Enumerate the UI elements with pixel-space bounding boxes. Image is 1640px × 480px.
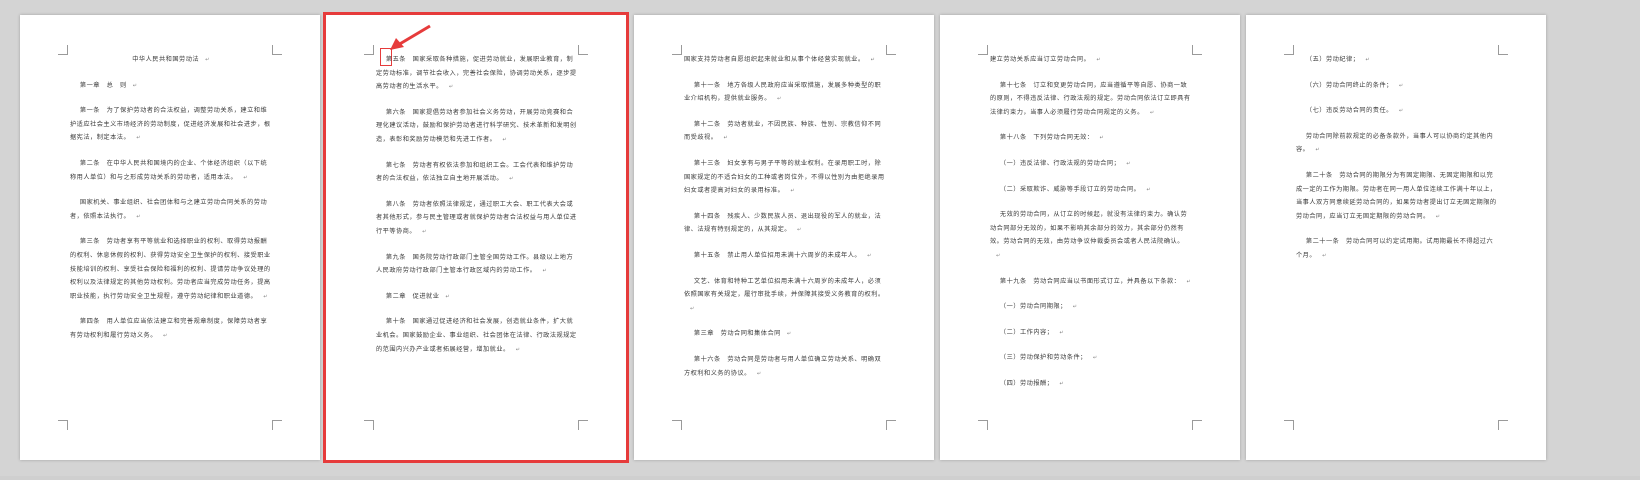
- list-item: （一）违反法律、行政法规的劳动合同； ↵: [999, 159, 1131, 167]
- margin-corner-top-left: [672, 45, 682, 55]
- paragraph: 第八条 劳动者依照法律规定，通过职工大会、职工代表大会或者其他形式，参与民主管理…: [376, 200, 577, 235]
- paragraph: 第九条 国务院劳动行政部门主管全国劳动工作。县级以上地方人民政府劳动行政部门主管…: [376, 253, 574, 275]
- paragraph: 第五条 国家采取各种措施，促进劳动就业，发展职业教育，制定劳动标准，调节社会收入…: [376, 56, 577, 91]
- margin-corner-bottom-right: [272, 420, 282, 430]
- list-item: （二）工作内容； ↵: [999, 328, 1065, 336]
- page-text[interactable]: 国家支持劳动者自愿组织起来就业和从事个体经营实现就业。 ↵ 第十一条 地方各级人民…: [684, 53, 886, 392]
- document-title: 中华人民共和国劳动法 ↵: [132, 56, 210, 63]
- page-text[interactable]: 中华人民共和国劳动法 ↵ 第一章 总 则 ↵ 第一条 为了保护劳动者的合法权益，调整…: [70, 53, 272, 355]
- paragraph: 第一条 为了保护劳动者的合法权益，调整劳动关系，建立和维护适应社会主义市场经济的…: [70, 107, 271, 142]
- paragraph: 第十五条 禁止用人单位招用未满十六周岁的未成年人。 ↵: [693, 251, 872, 259]
- paragraph: 第二十一条 劳动合同可以约定试用期。试用期最长不得超过六个月。 ↵: [1296, 238, 1494, 259]
- paragraph: 第十九条 劳动合同应当以书面形式订立，并具备以下条款： ↵: [999, 277, 1192, 285]
- margin-corner-top-left: [364, 45, 374, 55]
- list-item: （四）劳动报酬； ↵: [999, 379, 1065, 387]
- paragraph: 第二条 在中华人民共和国境内的企业、个体经济组织（以下统称用人单位）和与之形成劳…: [70, 159, 268, 181]
- margin-corner-top-right: [1192, 45, 1202, 55]
- list-item: （六）劳动合同终止的条件； ↵: [1305, 81, 1404, 89]
- document-page-3[interactable]: 国家支持劳动者自愿组织起来就业和从事个体经营实现就业。 ↵ 第十一条 地方各级人民…: [634, 15, 934, 460]
- paragraph: 第十六条 劳动合同是劳动者与用人单位确立劳动关系、明确双方权利和义务的协议。 ↵: [684, 355, 882, 377]
- page-text[interactable]: 建立劳动关系应当订立劳动合同。 ↵ 第十七条 订立和变更劳动合同，应当遵循平等自愿…: [990, 53, 1192, 403]
- paragraph: 第十四条 残疾人、少数民族人员、退出现役的军人的就业，法律、法规有特别规定的，从…: [684, 212, 882, 234]
- margin-corner-bottom-left: [364, 420, 374, 430]
- paragraph: 第三条 劳动者享有平等就业和选择职业的权利、取得劳动报酬的权利、休息休假的权利、…: [70, 238, 271, 300]
- workspace-bottom-edge: [0, 476, 1640, 480]
- list-item: （三）劳动保护和劳动条件； ↵: [999, 354, 1098, 362]
- paragraph: 第十七条 订立和变更劳动合同，应当遵循平等自愿、协商一致的原则，不得违反法律、行…: [990, 81, 1191, 116]
- chapter-heading: 第一章 总 则 ↵: [79, 81, 138, 89]
- margin-corner-top-right: [1498, 45, 1508, 55]
- paragraph: 文艺、体育和特种工艺单位招用未满十六周岁的未成年人，必须依照国家有关规定，履行审…: [684, 277, 885, 312]
- paragraph: 第十八条 下列劳动合同无效： ↵: [999, 134, 1105, 142]
- margin-corner-top-left: [58, 45, 68, 55]
- margin-corner-bottom-left: [672, 420, 682, 430]
- paragraph: 第六条 国家提倡劳动者参加社会义务劳动，开展劳动竞赛和合理化建议活动，鼓励和保护…: [376, 108, 577, 143]
- paragraph: 国家机关、事业组织、社会团体和与之建立劳动合同关系的劳动者，依照本法执行。 ↵: [70, 199, 268, 220]
- margin-corner-top-right: [886, 45, 896, 55]
- document-page-5[interactable]: （五）劳动纪律； ↵ （六）劳动合同终止的条件； ↵ （七）违反劳动合同的责任。 ↵ …: [1246, 15, 1546, 460]
- paragraph: 第七条 劳动者有权依法参加和组织工会。工会代表和维护劳动者的合法权益，依法独立自…: [376, 161, 574, 183]
- document-page-2-selected[interactable]: 第五条 国家采取各种措施，促进劳动就业，发展职业教育，制定劳动标准，调节社会收入…: [323, 12, 629, 463]
- margin-corner-bottom-left: [978, 420, 988, 430]
- page-text[interactable]: （五）劳动纪律； ↵ （六）劳动合同终止的条件； ↵ （七）违反劳动合同的责任。 ↵ …: [1296, 53, 1498, 275]
- paragraph: 第十条 国家通过促进经济和社会发展，创造就业条件，扩大就业机会。国家鼓励企业、事…: [376, 318, 577, 353]
- paragraph: 国家支持劳动者自愿组织起来就业和从事个体经营实现就业。 ↵: [684, 56, 876, 63]
- paragraph: 无效的劳动合同，从订立的时候起，就没有法律约束力。确认劳动合同部分无效的，如果不…: [990, 211, 1188, 259]
- pointer-arrow-icon: [390, 24, 431, 50]
- margin-corner-bottom-left: [58, 420, 68, 430]
- list-item: （七）违反劳动合同的责任。 ↵: [1305, 107, 1404, 115]
- margin-corner-bottom-right: [578, 420, 588, 430]
- document-page-4[interactable]: 建立劳动关系应当订立劳动合同。 ↵ 第十七条 订立和变更劳动合同，应当遵循平等自愿…: [940, 15, 1240, 460]
- paragraph: 第十三条 妇女享有与男子平等的就业权利。在录用职工时，除国家规定的不适合妇女的工…: [684, 159, 885, 195]
- margin-corner-bottom-right: [1192, 420, 1202, 430]
- paragraph: 第四条 用人单位应当依法建立和完善规章制度，保障劳动者享有劳动权利和履行劳动义务…: [70, 318, 268, 339]
- paragraph: 第十一条 地方各级人民政府应当采取措施，发展多种类型的职业介绍机构，提供就业服务…: [684, 81, 882, 103]
- chapter-heading: 第三章 劳动合同和集体合同 ↵: [693, 330, 792, 338]
- page-text[interactable]: 第五条 国家采取各种措施，促进劳动就业，发展职业教育，制定劳动标准，调节社会收入…: [376, 53, 578, 368]
- paragraph: 劳动合同除前款规定的必备条款外，当事人可以协商约定其他内容。 ↵: [1296, 132, 1494, 154]
- list-item: （一）劳动合同期限； ↵: [999, 303, 1078, 311]
- margin-corner-bottom-left: [1284, 420, 1294, 430]
- margin-corner-top-right: [578, 45, 588, 55]
- margin-corner-bottom-right: [1498, 420, 1508, 430]
- chapter-heading: 第二章 促进就业 ↵: [385, 292, 451, 300]
- paragraph: 第二十条 劳动合同的期限分为有固定期限、无固定期限和以完成一定的工作为期限。劳动…: [1296, 171, 1497, 220]
- margin-corner-top-right: [272, 45, 282, 55]
- document-page-1[interactable]: 中华人民共和国劳动法 ↵ 第一章 总 则 ↵ 第一条 为了保护劳动者的合法权益，调整…: [20, 15, 320, 460]
- margin-corner-top-left: [978, 45, 988, 55]
- list-item: （二）采取欺诈、威胁等手段订立的劳动合同。 ↵: [999, 185, 1152, 193]
- paragraph: 第十二条 劳动者就业，不因民族、种族、性别、宗教信仰不同而受歧视。 ↵: [684, 120, 882, 142]
- paragraph: 建立劳动关系应当订立劳动合同。 ↵: [990, 56, 1102, 63]
- margin-corner-top-left: [1284, 45, 1294, 55]
- margin-corner-bottom-right: [886, 420, 896, 430]
- list-item: （五）劳动纪律； ↵: [1305, 56, 1371, 63]
